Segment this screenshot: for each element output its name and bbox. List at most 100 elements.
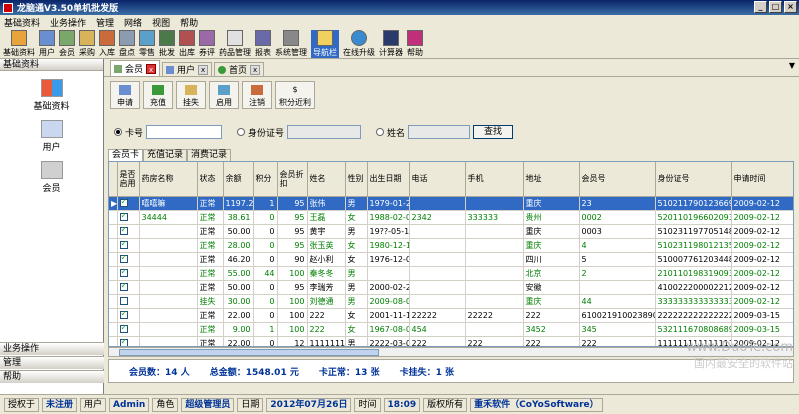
minimize-button[interactable]: _ <box>754 1 767 13</box>
menu-business[interactable]: 业务操作 <box>50 16 86 29</box>
enabled-checkbox[interactable] <box>119 281 128 291</box>
menu-network[interactable]: 网络 <box>124 16 142 29</box>
col-address[interactable]: 地址 <box>523 162 580 197</box>
menu-view[interactable]: 视图 <box>152 16 170 29</box>
table-row[interactable]: 正常28.00095张玉英女1980-12-13 重庆45102311980121… <box>109 238 793 253</box>
enabled-checkbox-cell[interactable] <box>117 308 140 323</box>
subtab-consume[interactable]: 消费记录 <box>187 149 232 161</box>
col-mobile[interactable]: 手机 <box>465 162 524 197</box>
enabled-checkbox-cell[interactable] <box>117 280 140 295</box>
enabled-checkbox-cell[interactable] <box>117 196 140 211</box>
left-section-help[interactable]: 帮助 <box>0 370 104 383</box>
col-phone[interactable]: 电话 <box>409 162 466 197</box>
table-row[interactable]: 34444正常38.61095王磊女1988-02-092342333333贵州… <box>109 210 793 225</box>
col-apply-time[interactable]: 申请时间 <box>731 162 793 197</box>
table-row[interactable]: 正常46.20090赵小利女1976-12-03 四川55100077612034… <box>109 252 793 267</box>
enabled-checkbox[interactable] <box>119 239 128 249</box>
toolbar-help[interactable]: 帮助 <box>407 30 423 58</box>
table-row[interactable]: 正常50.00095李瑞芳男2000-02-21 安徽 41002220000221… <box>109 280 793 295</box>
toolbar-member[interactable]: 会员 <box>59 30 75 58</box>
menu-help[interactable]: 帮助 <box>180 16 198 29</box>
left-item-user[interactable]: 用户 <box>0 120 103 153</box>
toolbar-retail[interactable]: 零售 <box>139 30 155 58</box>
enabled-checkbox-cell[interactable] <box>117 224 140 239</box>
toolbar-report[interactable]: 报表 <box>255 30 271 58</box>
left-item-member[interactable]: 会员 <box>0 161 103 194</box>
enabled-checkbox[interactable] <box>119 197 128 207</box>
col-gender[interactable]: 性别 <box>345 162 368 197</box>
close-tab-icon[interactable]: x <box>198 64 209 75</box>
enabled-checkbox[interactable] <box>119 309 128 319</box>
card-input[interactable] <box>146 125 223 139</box>
col-birthdate[interactable]: 出生日期 <box>367 162 410 197</box>
maximize-button[interactable]: □ <box>769 1 782 13</box>
name-input[interactable] <box>408 125 471 139</box>
enabled-checkbox[interactable] <box>119 337 128 346</box>
left-section-manage[interactable]: 管理 <box>0 356 104 369</box>
col-discount[interactable]: 会员折扣 <box>277 162 308 197</box>
left-item-basic[interactable]: 基础资料 <box>0 79 103 112</box>
table-row[interactable]: 正常22.000100222女2001-11-11222222222222261… <box>109 308 793 323</box>
table-row[interactable]: 挂失30.000100刘德通男2009-08-04 重庆4433333333333… <box>109 294 793 309</box>
col-status[interactable]: 状态 <box>197 162 224 197</box>
toolbar-calculator[interactable]: 计算器 <box>379 30 403 58</box>
toolbar-wholesale[interactable]: 批发 <box>159 30 175 58</box>
tab-user[interactable]: 用户 x <box>162 62 213 76</box>
search-button[interactable]: 查找 <box>473 125 514 139</box>
points-button[interactable]: $ 积分近利 <box>275 81 315 109</box>
name-radio[interactable] <box>376 128 385 136</box>
col-points[interactable]: 积分 <box>253 162 278 197</box>
left-section-business[interactable]: 业务操作 <box>0 342 104 355</box>
apply-button[interactable]: 申请 <box>110 81 140 109</box>
close-button[interactable]: × <box>784 1 797 13</box>
enabled-checkbox-cell[interactable] <box>117 294 140 309</box>
col-id-no[interactable]: 身份证号 <box>655 162 732 197</box>
close-tab-icon[interactable]: x <box>146 63 157 74</box>
enabled-checkbox-cell[interactable] <box>117 238 140 253</box>
toolbar-review[interactable]: 券评 <box>199 30 215 58</box>
table-row[interactable]: 正常9.001100222女1967-08-08454 3452345532111… <box>109 322 793 337</box>
enabled-checkbox-cell[interactable] <box>117 252 140 267</box>
table-row[interactable]: 正常55.0044100秦冬冬男 北京2210110198319093345200… <box>109 266 793 281</box>
report-loss-button[interactable]: 挂失 <box>176 81 206 109</box>
col-member-no[interactable]: 会员号 <box>579 162 656 197</box>
enabled-checkbox-cell[interactable] <box>117 322 140 337</box>
tab-member[interactable]: 会员 x <box>110 60 161 76</box>
toolbar-stockin[interactable]: 入库 <box>99 30 115 58</box>
recharge-button[interactable]: 充值 <box>143 81 173 109</box>
id-input[interactable] <box>287 125 362 139</box>
enabled-checkbox[interactable] <box>119 211 128 221</box>
enabled-checkbox-cell[interactable] <box>117 266 140 281</box>
table-row[interactable]: ▶ 嘻嘻嘛正常1197.20195张伟男1979-01-23 重庆235102117… <box>109 196 793 211</box>
toolbar-basic[interactable]: 基础资料 <box>3 30 35 58</box>
enabled-checkbox-cell[interactable] <box>117 336 140 346</box>
toolbar-purchase[interactable]: 采购 <box>79 30 95 58</box>
subtab-recharge[interactable]: 充值记录 <box>143 149 188 161</box>
toolbar-user[interactable]: 用户 <box>39 30 55 58</box>
enabled-checkbox[interactable] <box>119 297 128 305</box>
toolbar-update[interactable]: 在线升级 <box>343 30 375 58</box>
toolbar-inventory[interactable]: 盘点 <box>119 30 135 58</box>
toolbar-drug-manage[interactable]: 药品管理 <box>219 30 251 58</box>
menu-manage[interactable]: 管理 <box>96 16 114 29</box>
col-enabled[interactable]: 是否启用 <box>117 162 140 197</box>
enabled-checkbox[interactable] <box>119 323 128 333</box>
subtab-card[interactable]: 会员卡 <box>108 149 144 161</box>
id-radio[interactable] <box>237 128 246 136</box>
scrollbar-thumb[interactable] <box>119 349 379 356</box>
cancel-card-button[interactable]: 注销 <box>242 81 272 109</box>
toolbar-system[interactable]: 系统管理 <box>275 30 307 58</box>
menu-basic[interactable]: 基础资料 <box>4 16 40 29</box>
col-pharmacy[interactable]: 药房名称 <box>139 162 198 197</box>
toolbar-navigation[interactable]: 导航栏 <box>311 30 339 58</box>
table-row[interactable]: 正常50.00095黄宇男19??-05-14 重庆000351023119770… <box>109 224 793 239</box>
enabled-checkbox[interactable] <box>119 253 128 263</box>
enabled-checkbox-cell[interactable] <box>117 210 140 225</box>
tab-list-arrow-icon[interactable]: ▼ <box>789 61 795 70</box>
col-name[interactable]: 姓名 <box>307 162 346 197</box>
card-radio[interactable] <box>114 128 122 136</box>
enable-button[interactable]: 启用 <box>209 81 239 109</box>
enabled-checkbox[interactable] <box>119 267 128 277</box>
enabled-checkbox[interactable] <box>119 225 128 235</box>
col-balance[interactable]: 余额 <box>223 162 254 197</box>
